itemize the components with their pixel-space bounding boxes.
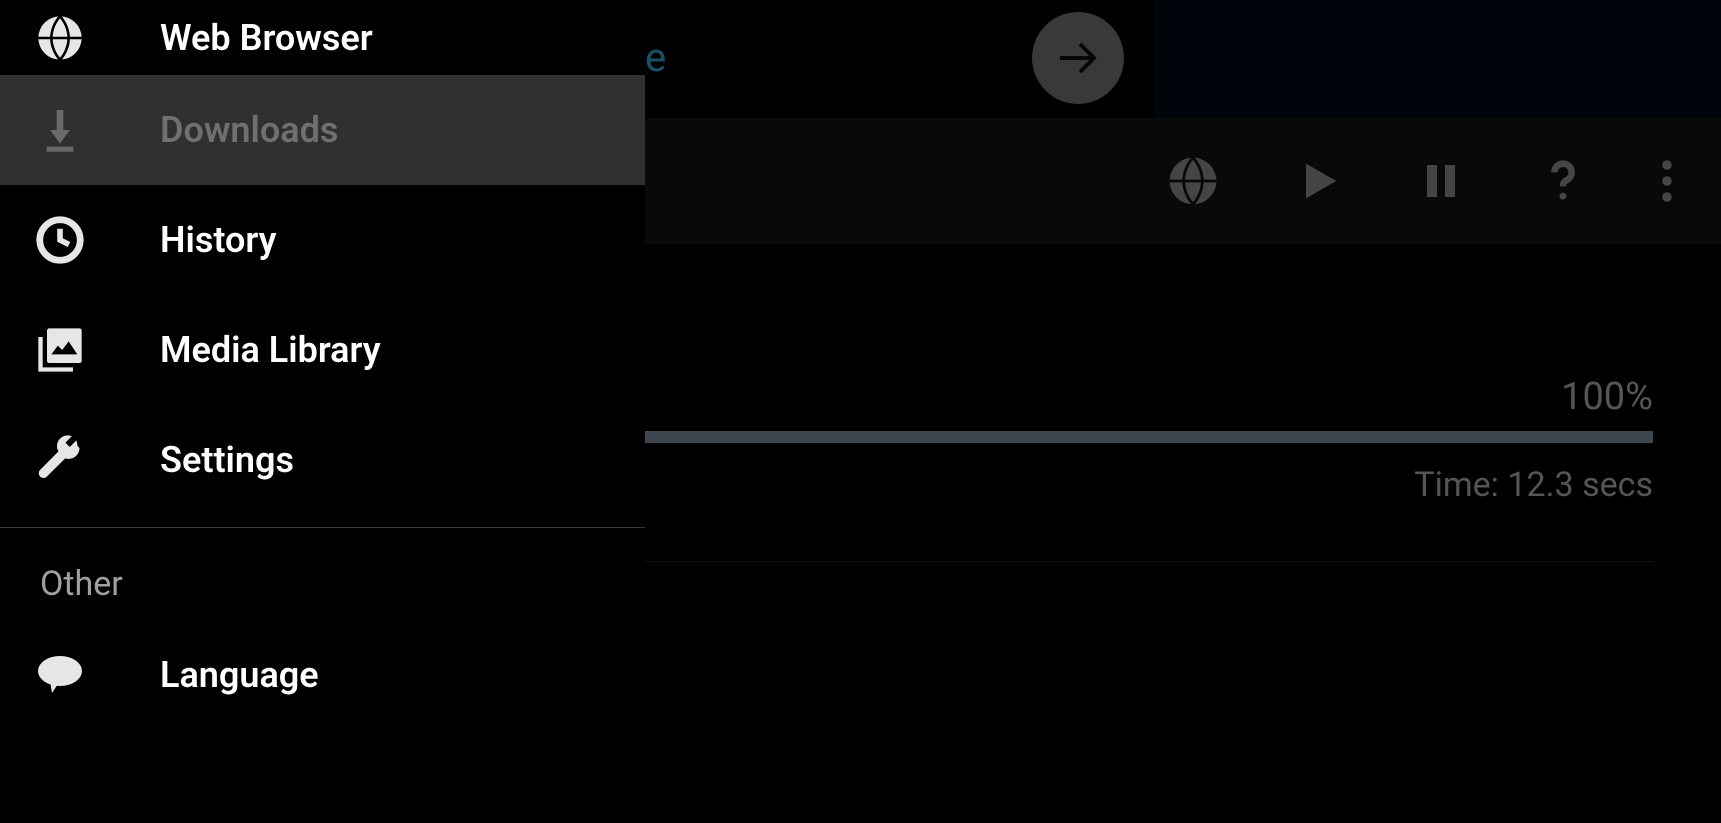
nav-item-label: Settings: [160, 439, 294, 481]
nav-item-history[interactable]: History: [0, 185, 645, 295]
nav-item-label: Downloads: [160, 109, 338, 151]
nav-item-language[interactable]: Language: [0, 620, 645, 730]
nav-item-label: Media Library: [160, 329, 381, 371]
nav-item-label: Web Browser: [160, 17, 373, 59]
nav-item-web-browser[interactable]: Web Browser: [0, 0, 645, 75]
globe-icon: [32, 10, 88, 66]
wrench-icon: [32, 432, 88, 488]
nav-item-settings[interactable]: Settings: [0, 405, 645, 515]
nav-drawer: Web Browser Downloads History Media Libr…: [0, 0, 645, 823]
nav-item-label: History: [160, 219, 277, 261]
nav-item-media-library[interactable]: Media Library: [0, 295, 645, 405]
clock-icon: [32, 212, 88, 268]
speech-bubble-icon: [32, 647, 88, 703]
drawer-section-other: Other: [0, 540, 645, 620]
download-icon: [32, 102, 88, 158]
drawer-divider: [0, 527, 645, 528]
nav-item-label: Language: [160, 654, 319, 696]
media-library-icon: [32, 322, 88, 378]
nav-item-downloads[interactable]: Downloads: [0, 75, 645, 185]
